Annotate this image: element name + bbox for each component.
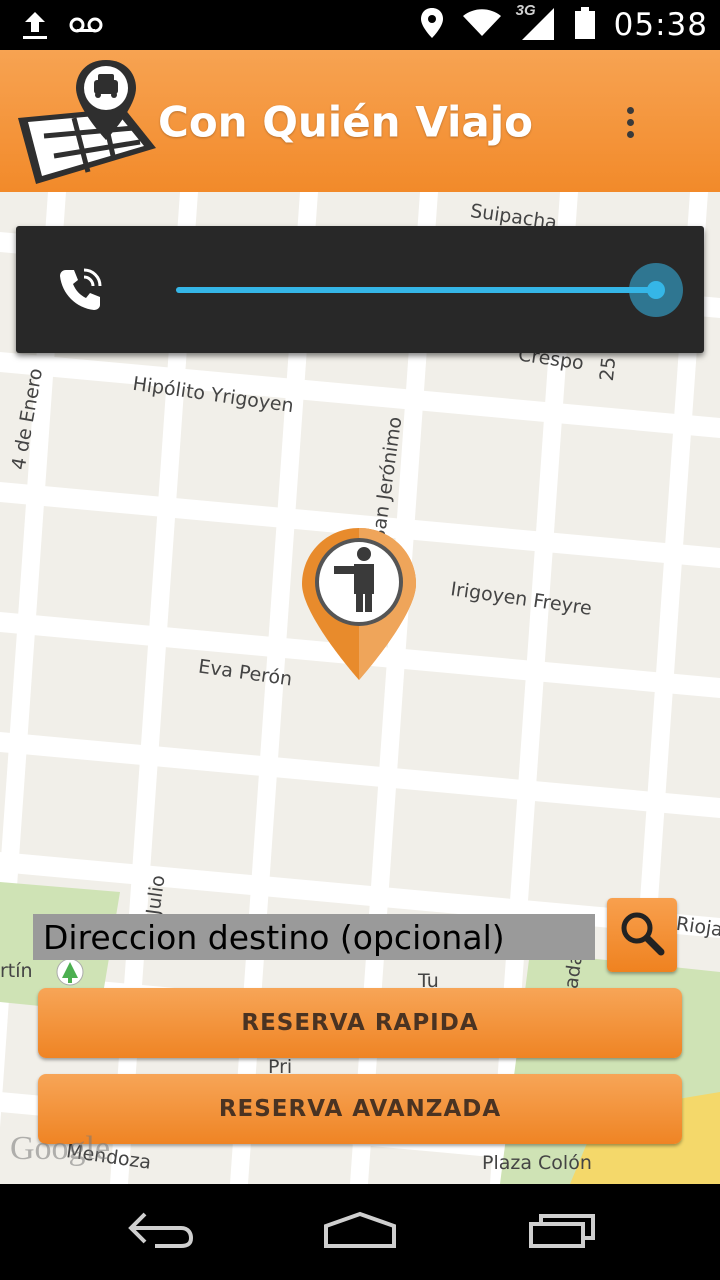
home-button[interactable] [300,1202,420,1262]
advanced-reservation-button[interactable]: RESERVA AVANZADA [38,1074,682,1144]
search-button[interactable] [607,898,677,972]
navigation-bar [0,1184,720,1280]
wifi-icon [462,8,502,43]
location-icon [420,6,444,45]
network-type: 3G [515,1,536,19]
recents-button[interactable] [502,1202,622,1262]
home-icon [322,1210,398,1255]
google-watermark: Google [10,1130,111,1167]
recents-icon [527,1210,597,1255]
app-title: Con Quién Viajo [158,97,533,147]
search-icon [619,910,665,961]
street-label: 25 [595,355,621,383]
phone-volume-icon [58,266,104,317]
quick-reservation-button[interactable]: RESERVA RAPIDA [38,988,682,1058]
volume-slider-thumb[interactable] [629,263,683,317]
volume-dialog [16,226,704,353]
clock: 05:38 [613,7,708,43]
overflow-menu-icon[interactable] [610,102,650,142]
voicemail-icon [68,15,104,40]
action-bar: Con Quién Viajo [0,50,720,192]
destination-input[interactable] [33,914,595,960]
back-button[interactable] [100,1202,220,1262]
upload-icon [20,8,50,47]
back-icon [125,1210,195,1255]
signal-icon: 3G [516,2,556,45]
status-bar: 3G 05:38 [0,0,720,50]
app-logo-icon [14,56,160,193]
volume-slider-fill [176,287,656,293]
street-label: rtín [0,960,33,982]
street-label: Plaza Colón [482,1152,592,1174]
battery-icon [574,6,596,45]
volume-slider[interactable] [176,263,683,317]
